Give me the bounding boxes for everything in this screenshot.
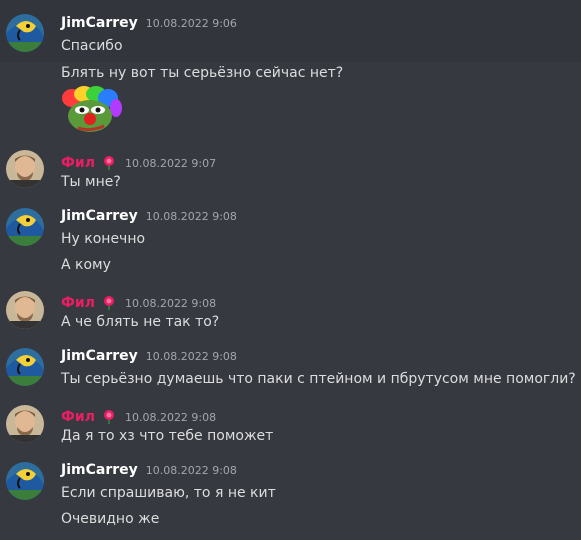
timestamp[interactable]: 10.08.2022 9:06 — [146, 17, 237, 30]
rose-icon[interactable] — [101, 154, 117, 170]
timestamp[interactable]: 10.08.2022 9:08 — [125, 411, 216, 424]
username[interactable]: JimCarrey — [61, 462, 138, 478]
message-header: Фил 10.08.2022 9:08 — [61, 291, 216, 311]
timestamp[interactable]: 10.08.2022 9:08 — [146, 464, 237, 477]
username[interactable]: Фил — [61, 295, 95, 311]
rose-icon[interactable] — [101, 294, 117, 310]
message-header: JimCarrey 10.08.2022 9:06 — [61, 15, 237, 35]
message-text: Спасибо — [61, 38, 123, 54]
message-header: JimCarrey 10.08.2022 9:08 — [61, 348, 237, 368]
avatar-fil[interactable] — [6, 405, 44, 443]
timestamp[interactable]: 10.08.2022 9:08 — [146, 350, 237, 363]
username[interactable]: Фил — [61, 409, 95, 425]
avatar-fil[interactable] — [6, 291, 44, 329]
message-header: JimCarrey 10.08.2022 9:08 — [61, 208, 237, 228]
chat-messages: JimCarrey 10.08.2022 9:06 Спасибо Блять … — [0, 0, 581, 540]
message-text: Ну конечно — [61, 231, 146, 247]
username[interactable]: Фил — [61, 155, 95, 171]
message-text: Ты серьёзно думаешь что паки с птейном и… — [61, 371, 576, 387]
timestamp[interactable]: 10.08.2022 9:07 — [125, 157, 216, 170]
message-text: Очевидно же — [61, 511, 160, 527]
avatar-jimcarrey[interactable] — [6, 348, 44, 386]
message-text: А че блять не так то? — [61, 314, 220, 330]
message-header: JimCarrey 10.08.2022 9:08 — [61, 462, 237, 482]
message-text: Если спрашиваю, то я не кит — [61, 485, 276, 501]
message-text: А кому — [61, 257, 111, 273]
clown-pepe-emoji[interactable] — [60, 86, 122, 134]
username[interactable]: JimCarrey — [61, 208, 138, 224]
message-header: Фил 10.08.2022 9:08 — [61, 405, 216, 425]
avatar-jimcarrey[interactable] — [6, 14, 44, 52]
message-text: Блять ну вот ты серьёзно сейчас нет? — [61, 65, 344, 81]
username[interactable]: JimCarrey — [61, 348, 138, 364]
avatar-jimcarrey[interactable] — [6, 462, 44, 500]
timestamp[interactable]: 10.08.2022 9:08 — [125, 297, 216, 310]
avatar-fil[interactable] — [6, 150, 44, 188]
message-header: Фил 10.08.2022 9:07 — [61, 151, 216, 171]
timestamp[interactable]: 10.08.2022 9:08 — [146, 210, 237, 223]
message-text: Да я то хз что тебе поможет — [61, 428, 274, 444]
avatar-jimcarrey[interactable] — [6, 208, 44, 246]
username[interactable]: JimCarrey — [61, 15, 138, 31]
message-text: Ты мне? — [61, 174, 121, 190]
rose-icon[interactable] — [101, 408, 117, 424]
